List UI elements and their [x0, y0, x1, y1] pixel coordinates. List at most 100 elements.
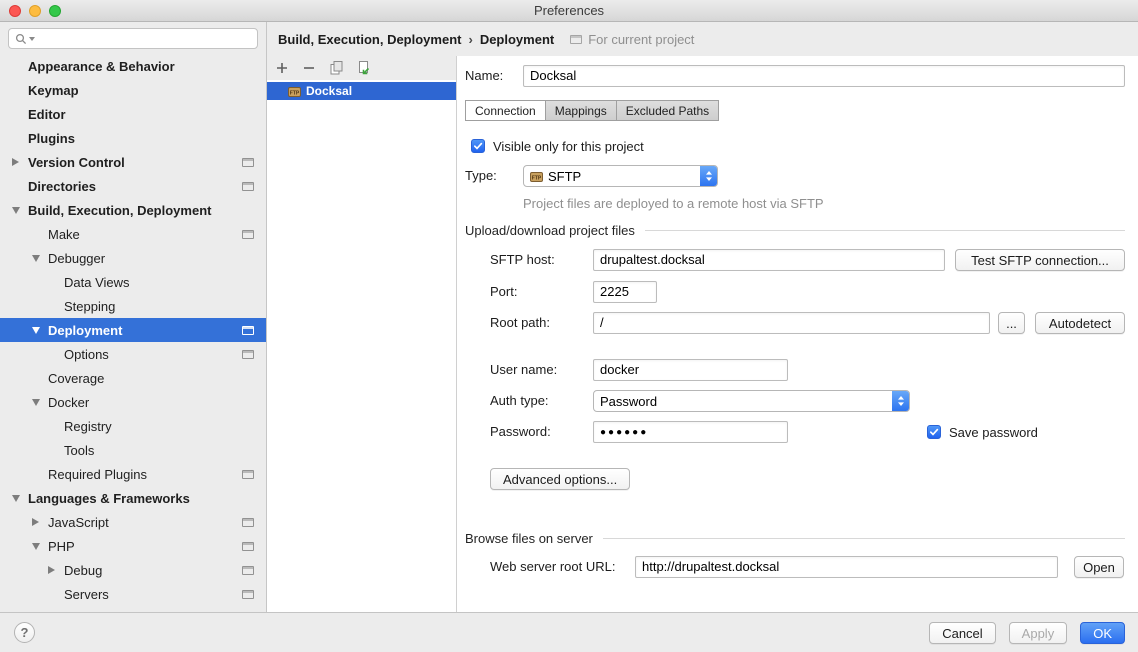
- sidebar-item-deployment[interactable]: Deployment: [0, 318, 266, 342]
- project-badge-icon: [242, 350, 254, 359]
- help-button[interactable]: ?: [14, 622, 35, 643]
- test-sftp-connection-button[interactable]: Test SFTP connection...: [955, 249, 1125, 271]
- sidebar-item-label: Editor: [28, 107, 66, 122]
- password-row: Password: ●●●●●● Save password: [457, 421, 1138, 443]
- type-help-row: Project files are deployed to a remote h…: [457, 196, 1138, 212]
- settings-search-input[interactable]: [37, 32, 251, 46]
- sidebar-item-options[interactable]: Options: [0, 342, 266, 366]
- sidebar-item-servers[interactable]: Servers: [0, 582, 266, 606]
- sidebar-item-label: Languages & Frameworks: [28, 491, 190, 506]
- chevron-right-icon: [48, 566, 55, 574]
- autodetect-button[interactable]: Autodetect: [1035, 312, 1125, 334]
- sidebar-item-coverage[interactable]: Coverage: [0, 366, 266, 390]
- sidebar-item-required-plugins[interactable]: Required Plugins: [0, 462, 266, 486]
- root-path-input[interactable]: /: [593, 312, 990, 334]
- advanced-options-button[interactable]: Advanced options...: [490, 468, 630, 490]
- auth-type-label: Auth type:: [490, 390, 549, 412]
- name-label: Name:: [465, 65, 503, 87]
- minimize-window-button[interactable]: [29, 5, 41, 17]
- sidebar-item-version-control[interactable]: Version Control: [0, 150, 266, 174]
- sidebar-item-registry[interactable]: Registry: [0, 414, 266, 438]
- project-badge-icon: [242, 566, 254, 575]
- chevron-down-icon: [32, 399, 40, 406]
- breadcrumb-separator: ›: [468, 32, 472, 47]
- sidebar-item-editor[interactable]: Editor: [0, 102, 266, 126]
- password-input[interactable]: ●●●●●●: [593, 421, 788, 443]
- save-password-checkbox[interactable]: [927, 425, 941, 439]
- settings-sidebar: Appearance & Behavior Keymap Editor Plug…: [0, 22, 267, 612]
- sidebar-item-label: Servers: [64, 587, 109, 602]
- sidebar-item-make[interactable]: Make: [0, 222, 266, 246]
- tab-excluded-paths[interactable]: Excluded Paths: [616, 100, 719, 121]
- titlebar: Preferences: [0, 0, 1138, 22]
- sidebar-item-directories[interactable]: Directories: [0, 174, 266, 198]
- root-path-label: Root path:: [490, 312, 550, 334]
- sftp-host-input[interactable]: drupaltest.docksal: [593, 249, 945, 271]
- upload-section-title: Upload/download project files: [465, 223, 635, 238]
- dropdown-arrows-icon: [892, 391, 909, 411]
- web-root-row: Web server root URL: http://drupaltest.d…: [457, 556, 1138, 578]
- import-server-icon[interactable]: [356, 61, 370, 75]
- preferences-window: Preferences Appearance & Behavior Keymap…: [0, 0, 1138, 652]
- search-box[interactable]: [8, 28, 258, 49]
- server-list: FTP Docksal: [267, 80, 456, 612]
- root-path-row: Root path: / ... Autodetect: [457, 312, 1138, 334]
- sidebar-item-build-execution-deployment[interactable]: Build, Execution, Deployment: [0, 198, 266, 222]
- sidebar-item-tools[interactable]: Tools: [0, 438, 266, 462]
- save-password-group: Save password: [927, 421, 1038, 443]
- sidebar-item-php[interactable]: PHP: [0, 534, 266, 558]
- open-button[interactable]: Open: [1074, 556, 1124, 578]
- sidebar-item-label: Debug: [64, 563, 102, 578]
- chevron-down-icon: [12, 495, 20, 502]
- chevron-down-icon: [32, 255, 40, 262]
- cancel-button[interactable]: Cancel: [929, 622, 995, 644]
- port-label: Port:: [490, 281, 517, 303]
- sidebar-item-data-views[interactable]: Data Views: [0, 270, 266, 294]
- tab-connection[interactable]: Connection: [465, 100, 546, 121]
- tab-mappings[interactable]: Mappings: [545, 100, 617, 121]
- sidebar-item-languages-frameworks[interactable]: Languages & Frameworks: [0, 486, 266, 510]
- copy-server-icon[interactable]: [329, 61, 343, 75]
- user-name-row: User name: docker: [457, 359, 1138, 381]
- sidebar-item-appearance-behavior[interactable]: Appearance & Behavior: [0, 54, 266, 78]
- project-badge-icon: [242, 326, 254, 335]
- port-input[interactable]: 2225: [593, 281, 657, 303]
- apply-button[interactable]: Apply: [1009, 622, 1068, 644]
- sidebar-item-label: Build, Execution, Deployment: [28, 203, 211, 218]
- project-badge-icon: [242, 230, 254, 239]
- dropdown-arrows-icon: [700, 166, 717, 186]
- name-input[interactable]: Docksal: [523, 65, 1125, 87]
- type-select[interactable]: FTP SFTP: [523, 165, 718, 187]
- sidebar-item-javascript[interactable]: JavaScript: [0, 510, 266, 534]
- visible-only-row: Visible only for this project: [457, 136, 1138, 156]
- sidebar-item-keymap[interactable]: Keymap: [0, 78, 266, 102]
- close-window-button[interactable]: [9, 5, 21, 17]
- sidebar-item-label: Directories: [28, 179, 96, 194]
- chevron-down-icon: [32, 327, 40, 334]
- sidebar-item-debugger[interactable]: Debugger: [0, 246, 266, 270]
- user-name-label: User name:: [490, 359, 557, 381]
- sidebar-item-stepping[interactable]: Stepping: [0, 294, 266, 318]
- project-badge-icon: [242, 182, 254, 191]
- browse-root-button[interactable]: ...: [998, 312, 1025, 334]
- sidebar-item-debug[interactable]: Debug: [0, 558, 266, 582]
- breadcrumb-parent[interactable]: Build, Execution, Deployment: [278, 32, 461, 47]
- visible-only-checkbox[interactable]: [471, 139, 485, 153]
- user-name-input[interactable]: docker: [593, 359, 788, 381]
- web-root-input[interactable]: http://drupaltest.docksal: [635, 556, 1058, 578]
- zoom-window-button[interactable]: [49, 5, 61, 17]
- sidebar-item-plugins[interactable]: Plugins: [0, 126, 266, 150]
- server-list-item[interactable]: FTP Docksal: [267, 82, 456, 100]
- ok-button[interactable]: OK: [1080, 622, 1125, 644]
- sidebar-item-label: Required Plugins: [48, 467, 147, 482]
- auth-type-select[interactable]: Password: [593, 390, 910, 412]
- remove-server-icon[interactable]: [302, 61, 316, 75]
- sidebar-item-docker[interactable]: Docker: [0, 390, 266, 414]
- search-caret-icon: [29, 37, 35, 41]
- footer-buttons: Cancel Apply OK: [929, 622, 1125, 644]
- type-label: Type:: [465, 165, 497, 187]
- type-row: Type: FTP SFTP: [457, 165, 1138, 187]
- settings-tree: Appearance & Behavior Keymap Editor Plug…: [0, 54, 266, 606]
- password-label: Password:: [490, 421, 551, 443]
- add-server-icon[interactable]: [275, 61, 289, 75]
